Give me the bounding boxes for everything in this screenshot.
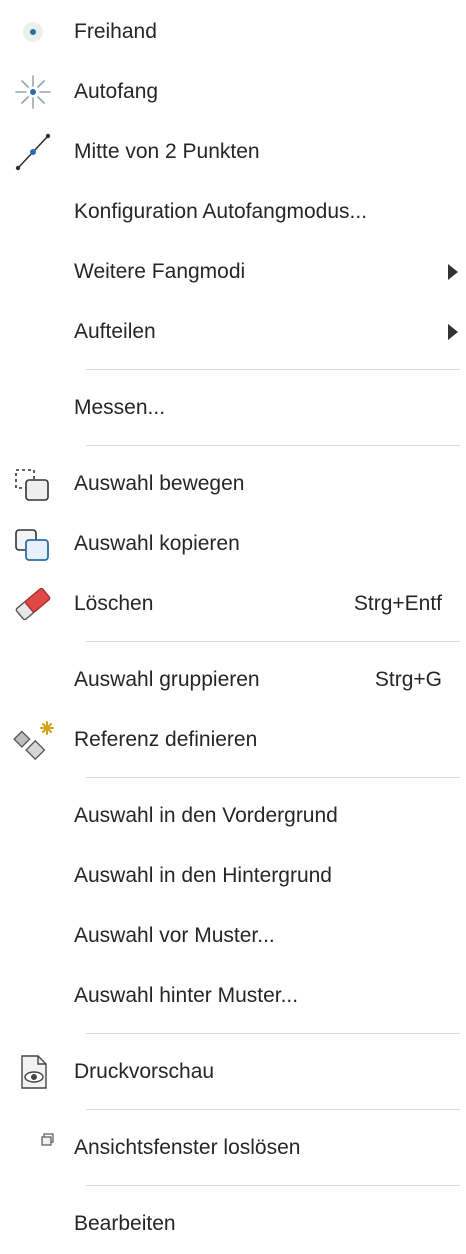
menu-item-label: Aufteilen [74, 320, 156, 343]
submenu-arrow-icon [448, 324, 458, 340]
menu-item-label: Auswahl kopieren [74, 532, 240, 555]
menu-item-freihand[interactable]: Freihand [0, 2, 466, 62]
menu-item-druckvorschau[interactable]: Druckvorschau [0, 1042, 466, 1102]
menu-item-label: Auswahl in den Vordergrund [74, 804, 338, 827]
menu-item-konfiguration-autofangmodus[interactable]: Konfiguration Autofangmodus... [0, 182, 466, 242]
menu-item-label: Auswahl gruppieren [74, 668, 260, 691]
menu-item-auswahl-hinter-muster[interactable]: Auswahl hinter Muster... [0, 966, 466, 1026]
menu-item-auswahl-gruppieren[interactable]: Auswahl gruppieren Strg+G [0, 650, 466, 710]
autosnap-star-icon [10, 72, 54, 112]
menu-item-auswahl-hintergrund[interactable]: Auswahl in den Hintergrund [0, 846, 466, 906]
menu-item-label: Autofang [74, 80, 159, 103]
menu-item-label: Bearbeiten [74, 1212, 176, 1235]
eraser-icon [10, 584, 54, 624]
menu-item-label: Ansichtsfenster loslösen [74, 1136, 301, 1159]
menu-separator [86, 369, 460, 370]
menu-item-auswahl-bewegen[interactable]: Auswahl bewegen [0, 454, 466, 514]
menu-item-label: Mitte von 2 Punkten [74, 140, 260, 163]
menu-item-label: Weitere Fangmodi [74, 260, 246, 283]
menu-item-messen[interactable]: Messen... [0, 378, 466, 438]
menu-item-bearbeiten[interactable]: Bearbeiten [0, 1194, 466, 1254]
menu-item-label: Druckvorschau [74, 1060, 215, 1083]
menu-item-label: Auswahl in den Hintergrund [74, 864, 332, 887]
menu-item-auswahl-kopieren[interactable]: Auswahl kopieren [0, 514, 466, 574]
menu-item-weitere-fangmodi[interactable]: Weitere Fangmodi [0, 242, 466, 302]
menu-separator [86, 1109, 460, 1110]
menu-item-autofang[interactable]: Autofang [0, 62, 466, 122]
submenu-arrow-icon [448, 264, 458, 280]
menu-separator [86, 641, 460, 642]
menu-item-mitte-von-2-punkten[interactable]: Mitte von 2 Punkten [0, 122, 466, 182]
define-reference-icon [10, 720, 54, 760]
menu-separator [86, 1033, 460, 1034]
menu-separator [86, 1185, 460, 1186]
detach-window-icon [10, 1128, 54, 1168]
menu-item-aufteilen[interactable]: Aufteilen [0, 302, 466, 362]
menu-separator [86, 777, 460, 778]
shortcut-label: Strg+G [374, 668, 442, 691]
menu-item-ansichtsfenster-losloesen[interactable]: Ansichtsfenster loslösen [0, 1118, 466, 1178]
menu-item-auswahl-vor-muster[interactable]: Auswahl vor Muster... [0, 906, 466, 966]
menu-item-auswahl-vordergrund[interactable]: Auswahl in den Vordergrund [0, 786, 466, 846]
menu-item-label: Messen... [74, 396, 166, 419]
copy-selection-icon [10, 524, 54, 564]
shortcut-label: Strg+Entf [353, 592, 442, 615]
freehand-point-icon [10, 12, 54, 52]
menu-separator [86, 445, 460, 446]
menu-item-label: Referenz definieren [74, 728, 258, 751]
context-menu: Freihand Autofang Mitte von 2 Punkten Ko… [0, 0, 466, 1254]
print-preview-icon [10, 1052, 54, 1092]
menu-item-referenz-definieren[interactable]: Referenz definieren [0, 710, 466, 770]
menu-item-label: Freihand [74, 20, 157, 43]
midpoint-line-icon [10, 132, 54, 172]
menu-item-label: Auswahl bewegen [74, 472, 245, 495]
menu-item-label: Konfiguration Autofangmodus... [74, 200, 368, 223]
menu-item-loeschen[interactable]: Löschen Strg+Entf [0, 574, 466, 634]
menu-item-label: Auswahl vor Muster... [74, 924, 275, 947]
menu-item-label: Löschen [74, 592, 154, 615]
move-selection-icon [10, 464, 54, 504]
menu-item-label: Auswahl hinter Muster... [74, 984, 299, 1007]
